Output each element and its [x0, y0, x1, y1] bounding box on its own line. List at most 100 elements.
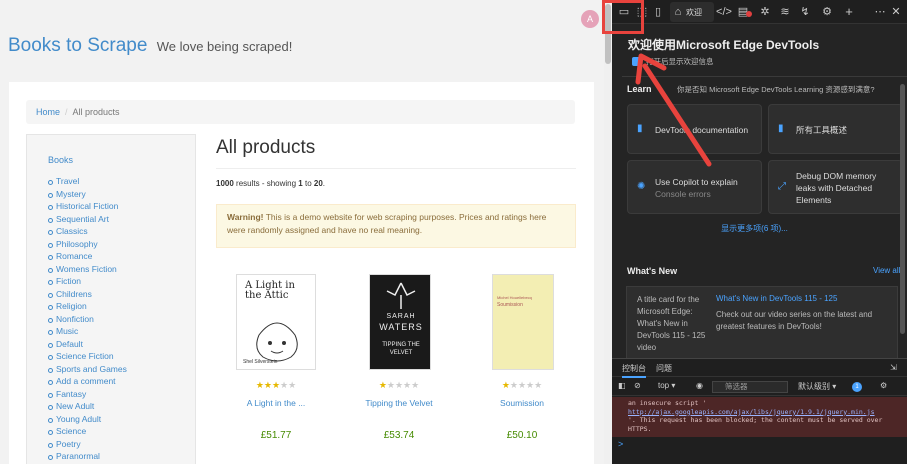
product-price: £50.10 — [506, 430, 538, 441]
category-link[interactable]: Poetry — [48, 438, 127, 451]
dock-side-icon[interactable]: ▯ — [652, 4, 664, 20]
debugger-icon[interactable]: ✲ — [758, 4, 772, 20]
category-link[interactable]: Sequential Art — [48, 213, 127, 226]
breadcrumb-separator: / — [65, 107, 68, 117]
cover-author-text: Shel Silverstein — [243, 359, 278, 365]
category-link[interactable]: Fiction — [48, 275, 127, 288]
issues-badge[interactable]: 1 — [852, 382, 862, 392]
console-drawer: 控制台 问题 ⇲ ◧ ⊘ top ▾ ◉ 筛选器 默认级别 ▾ 1 ⚙ an i… — [612, 358, 907, 464]
cover-illustration — [256, 322, 298, 362]
whats-new-heading: What's New — [627, 266, 678, 276]
log-levels-dropdown[interactable]: 默认级别 ▾ — [798, 381, 836, 392]
eye-icon[interactable]: ◉ — [696, 381, 703, 390]
card-label: DevTools documentation — [655, 125, 749, 135]
site-brand[interactable]: Books to Scrape We love being scraped! — [8, 35, 292, 57]
category-link[interactable]: Romance — [48, 250, 127, 263]
settings-gear-icon[interactable]: ⚙ — [820, 4, 834, 20]
whats-new-card[interactable]: A title card for the Microsoft Edge: Wha… — [626, 286, 898, 366]
close-icon[interactable]: ✕ — [890, 4, 902, 20]
elements-icon[interactable]: </> — [716, 4, 732, 20]
show-welcome-label: 打开后显示欢迎信息 — [646, 57, 714, 66]
cover-author-first: SARAH — [386, 313, 416, 320]
results-to-word: to — [304, 179, 312, 188]
website-viewport: Books to Scrape We love being scraped! A… — [0, 0, 612, 464]
category-link[interactable]: Religion — [48, 300, 127, 313]
error-url-link[interactable]: http://ajax.googleapis.com/ajax/libs/jqu… — [628, 408, 875, 416]
results-summary: 1000 results - showing 1 to 20. — [216, 179, 325, 188]
performance-icon[interactable]: ↯ — [798, 4, 812, 20]
tab-welcome[interactable]: ⌂ 欢迎 — [670, 2, 714, 22]
add-tool-plus-icon[interactable]: + — [842, 4, 856, 20]
category-link[interactable]: Nonfiction — [48, 313, 127, 326]
category-link[interactable]: Paranormal — [48, 450, 127, 463]
warning-label: Warning! — [227, 212, 264, 222]
context-selector[interactable]: top ▾ — [658, 381, 675, 390]
brand-name[interactable]: Books to Scrape — [8, 35, 147, 56]
category-link[interactable]: Add a comment — [48, 375, 127, 388]
document-icon: ▮ — [637, 123, 643, 134]
book-cover-image[interactable]: A Light in the Attic Shel Silverstein — [236, 274, 316, 370]
error-indicator-dot — [746, 11, 752, 17]
cover-author-last: WATERS — [379, 322, 423, 332]
cover-title-text: Soumission — [497, 302, 523, 308]
tab-welcome-label: 欢迎 — [686, 8, 702, 17]
breadcrumb-home-link[interactable]: Home — [36, 107, 60, 117]
category-link[interactable]: Science — [48, 425, 127, 438]
learn-heading: Learn — [627, 84, 652, 94]
clear-console-icon[interactable]: ⊘ — [634, 381, 641, 390]
page-scrollbar[interactable] — [604, 0, 612, 464]
drawer-close-icon[interactable]: ⇲ — [890, 363, 897, 372]
book-cover-image[interactable]: Michel Houellebecq Soumission — [492, 274, 554, 370]
show-more-link[interactable]: 显示更多项(6 项)... — [612, 223, 897, 234]
category-link[interactable]: Womens Fiction — [48, 263, 127, 276]
filter-input[interactable]: 筛选器 — [712, 381, 788, 393]
results-to: 20 — [313, 179, 323, 188]
category-link[interactable]: Young Adult — [48, 413, 127, 426]
product-card: A Light in the Attic Shel Silverstein ★★… — [216, 274, 326, 464]
sidebar-toggle-icon[interactable]: ◧ — [618, 381, 626, 390]
devtools-welcome-title: 欢迎使用Microsoft Edge DevTools — [628, 38, 820, 52]
learn-card-memory[interactable]: ⤢ Debug DOM memory leaks with Detached Ele… — [768, 160, 903, 214]
category-link[interactable]: Philosophy — [48, 238, 127, 251]
view-all-link[interactable]: View all — [873, 266, 900, 275]
category-link[interactable]: Classics — [48, 225, 127, 238]
product-price: £53.74 — [383, 430, 415, 441]
devtools-scrollbar[interactable] — [900, 84, 905, 334]
product-title-link[interactable]: Tipping the Velvet — [339, 398, 459, 408]
category-link[interactable]: Science Fiction — [48, 350, 127, 363]
tab-issues[interactable]: 问题 — [656, 363, 672, 374]
category-link[interactable]: New Adult — [48, 400, 127, 413]
learn-card-tools-overview[interactable]: ▮ 所有工具概述 — [768, 104, 903, 154]
console-toolbar: ◧ ⊘ top ▾ ◉ 筛选器 默认级别 ▾ 1 ⚙ — [612, 378, 907, 396]
category-link[interactable]: Sports and Games — [48, 363, 127, 376]
category-link[interactable]: Default — [48, 338, 127, 351]
card-label-line: leaks with Detached — [796, 183, 873, 193]
device-emulation-icon[interactable]: ▭ — [616, 4, 632, 20]
copilot-icon: ✺ — [637, 181, 646, 192]
whats-new-link[interactable]: What's New in DevTools 115 - 125 — [716, 294, 837, 303]
learn-card-documentation[interactable]: ▮ DevTools documentation — [627, 104, 762, 154]
tab-console[interactable]: 控制台 — [622, 363, 646, 378]
product-title-link[interactable]: A Light in the ... — [216, 398, 336, 408]
category-link[interactable]: Music — [48, 325, 127, 338]
console-settings-icon[interactable]: ⚙ — [880, 381, 887, 390]
learn-card-copilot[interactable]: ✺ Use Copilot to explain Console errors — [627, 160, 762, 214]
product-title-link[interactable]: Soumission — [462, 398, 582, 408]
scrollbar-thumb[interactable] — [605, 4, 611, 64]
more-options-icon[interactable]: ⋯ — [874, 4, 886, 20]
inspect-element-icon[interactable]: ⬚ — [634, 4, 650, 20]
category-link[interactable]: Travel — [48, 175, 127, 188]
translate-icon[interactable]: A — [581, 10, 599, 28]
devtools-toolbar: ▭ ⬚ ▯ ⌂ 欢迎 </> ▤ ✲ ≋ ↯ ⚙ + ⋯ ✕ — [612, 0, 907, 24]
show-welcome-checkbox[interactable] — [632, 57, 641, 66]
category-link[interactable]: Mystery — [48, 188, 127, 201]
sidebar-books-link[interactable]: Books — [48, 155, 73, 165]
network-icon[interactable]: ≋ — [778, 4, 792, 20]
error-text: an insecure script ' — [628, 399, 707, 407]
book-cover-image[interactable]: SARAH WATERS TIPPING THE VELVET — [369, 274, 431, 370]
category-link[interactable]: Fantasy — [48, 388, 127, 401]
category-link[interactable]: Historical Fiction — [48, 200, 127, 213]
console-prompt[interactable]: > — [618, 439, 623, 449]
category-link[interactable]: Childrens — [48, 288, 127, 301]
star-rating: ★★★★★ — [501, 380, 543, 390]
